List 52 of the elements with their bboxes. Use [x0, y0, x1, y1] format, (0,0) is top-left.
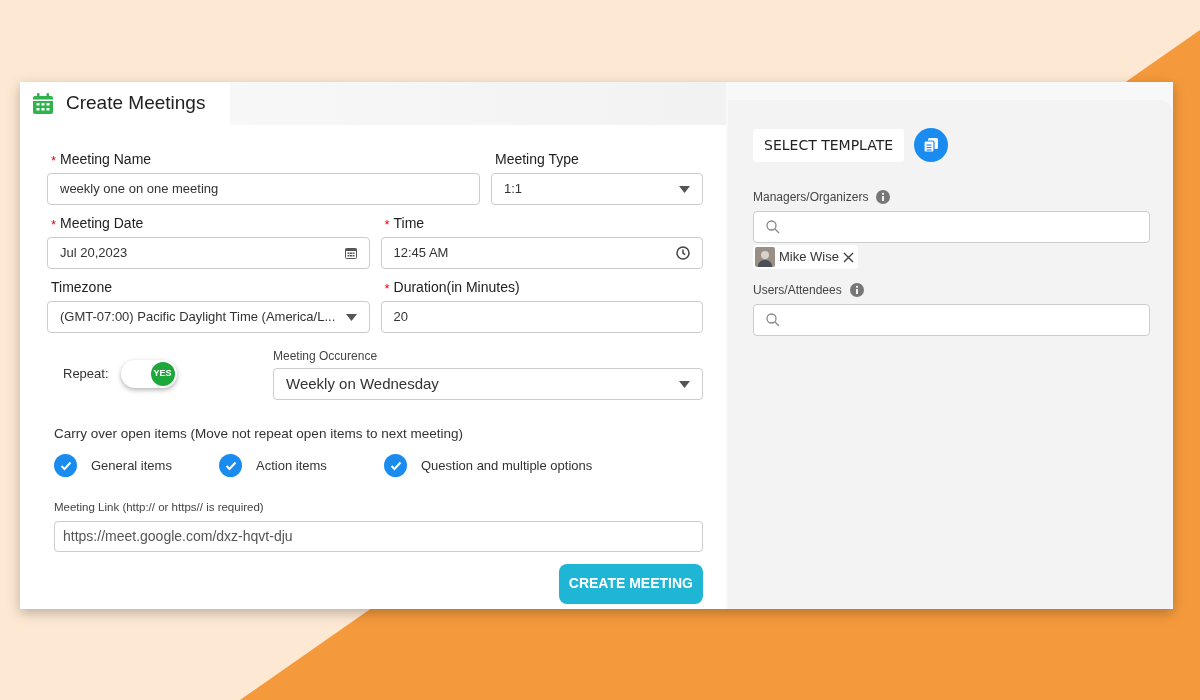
field-label: Time [393, 214, 425, 233]
required-mark: * [51, 151, 57, 170]
search-icon [766, 220, 780, 234]
field-label: Managers/Organizers [753, 189, 869, 206]
field-label: Meeting Name [60, 150, 152, 169]
info-icon[interactable] [849, 283, 864, 297]
field-label: Duration(in Minutes) [393, 278, 520, 297]
field-label: Meeting Occurence [273, 348, 379, 365]
search-field[interactable] [753, 304, 1150, 336]
calendar-icon [344, 247, 357, 259]
checkbox-label: Action items [256, 457, 327, 475]
search-icon [766, 313, 780, 327]
required-mark: * [51, 215, 57, 234]
dropdown[interactable]: (GMT-07:00) Pacific Daylight Time (America/L... [47, 301, 370, 333]
checkbox[interactable] [219, 454, 242, 478]
meeting-link-field[interactable]: https://meet.google.com/dxz-hqvt-dju [54, 520, 703, 552]
required-mark: * [384, 279, 390, 298]
date-field[interactable]: Jul 20,2023 [47, 237, 370, 269]
checkbox[interactable] [384, 454, 407, 478]
avatar-icon [755, 247, 775, 267]
caret-icon [679, 185, 690, 193]
copy-icon [923, 137, 940, 153]
close-icon[interactable] [842, 251, 854, 263]
carry-over-text: Carry over open items (Move not repeat open items to next meeting) [53, 425, 464, 443]
text-field[interactable]: weekly one on one meeting [47, 173, 480, 205]
checkbox-label: Question and multiple options [421, 457, 593, 475]
required-mark: * [384, 215, 390, 234]
field-label: Meeting Type [495, 150, 579, 169]
field-label: Meeting Date [60, 214, 144, 233]
person-chip[interactable]: Mike Wise [753, 245, 858, 269]
field-label: Users/Attendees [753, 282, 842, 299]
checkbox[interactable] [54, 454, 77, 478]
info-icon[interactable] [876, 190, 891, 204]
repeat-label: Repeat: [63, 364, 109, 383]
page-title: Create Meetings [66, 91, 206, 116]
check-icon [224, 460, 237, 471]
check-icon [389, 460, 402, 471]
field-label: Timezone [51, 278, 112, 297]
clock-icon [676, 246, 690, 260]
check-icon [59, 460, 72, 471]
checkbox-label: General items [91, 457, 172, 475]
field-label: Meeting Link (http:// or https// is required) [53, 500, 265, 516]
template-list-button[interactable] [914, 128, 949, 162]
calendar-icon [32, 92, 54, 115]
caret-icon [679, 380, 690, 388]
select-template-button[interactable]: SELECT TEMPLATE [753, 128, 905, 162]
search-field[interactable] [753, 211, 1150, 243]
time-field[interactable]: 12:45 AM [380, 237, 703, 269]
dropdown[interactable]: 1:1 [491, 173, 703, 205]
occurrence-select[interactable]: Weekly on Wednesday [273, 368, 703, 400]
caret-icon [345, 313, 357, 321]
text-field[interactable]: 20 [380, 301, 703, 333]
